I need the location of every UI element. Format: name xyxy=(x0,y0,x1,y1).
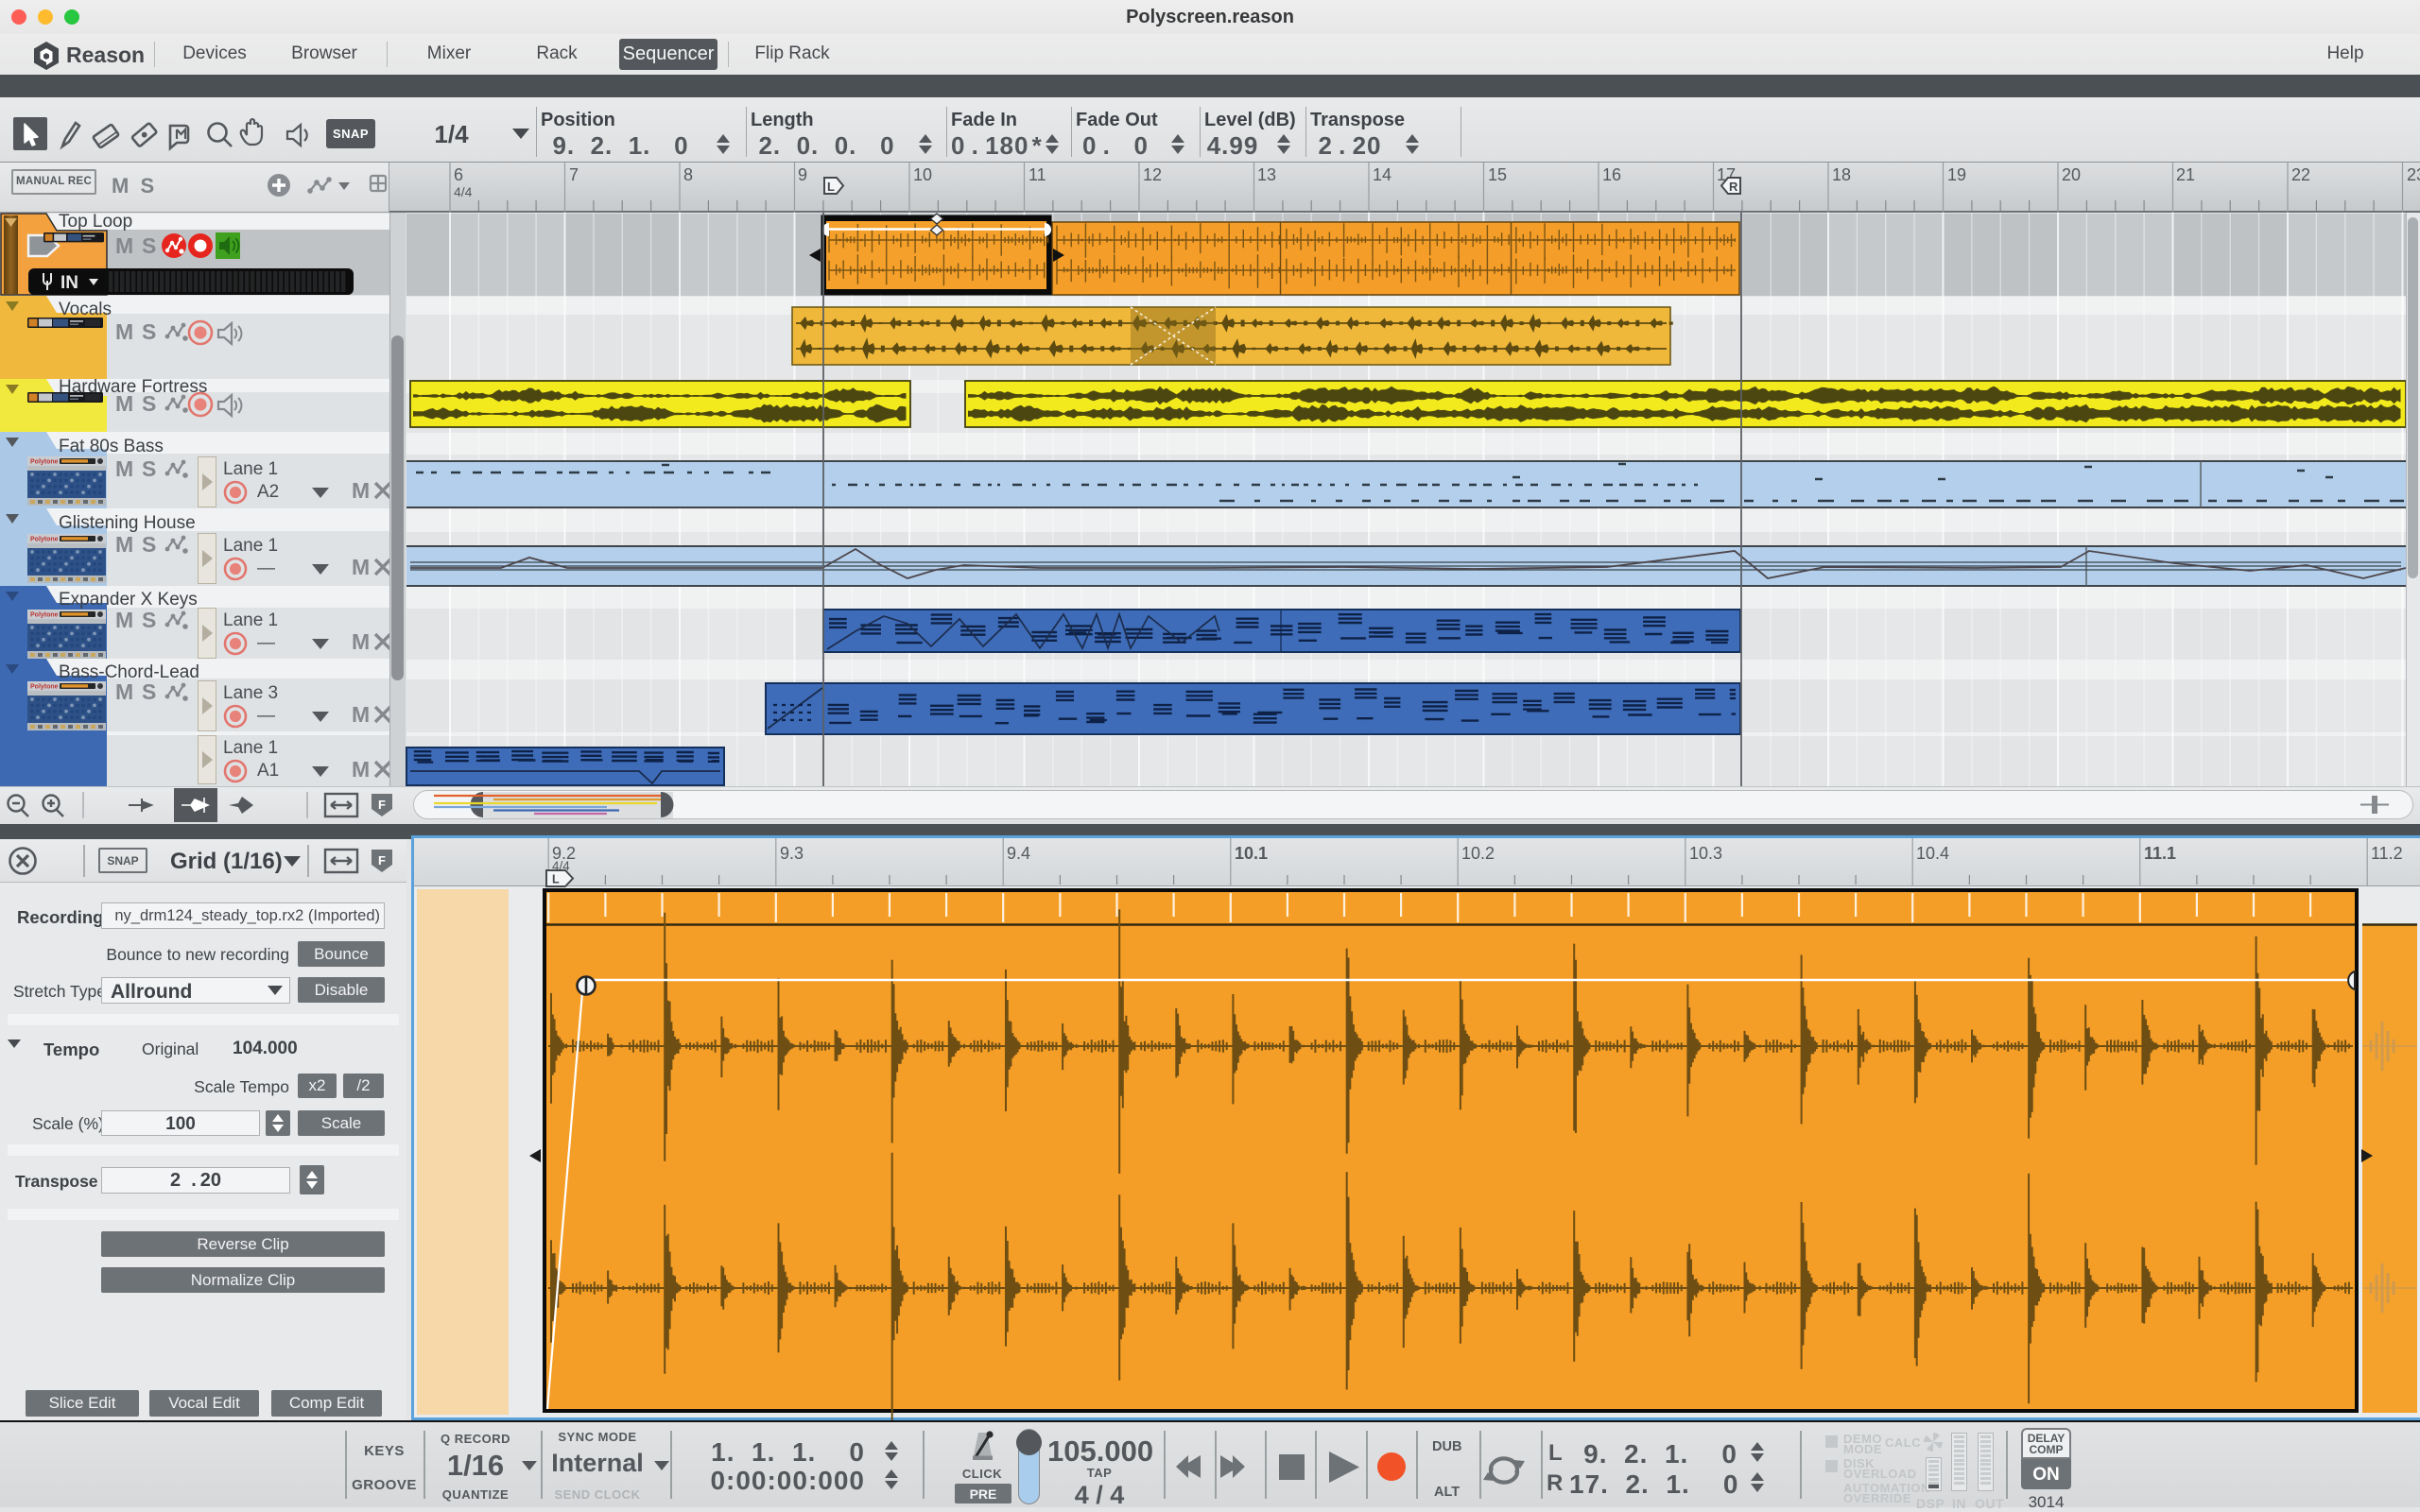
svg-text:ALT: ALT xyxy=(1434,1485,1460,1500)
svg-text:DUB: DUB xyxy=(1432,1439,1461,1454)
